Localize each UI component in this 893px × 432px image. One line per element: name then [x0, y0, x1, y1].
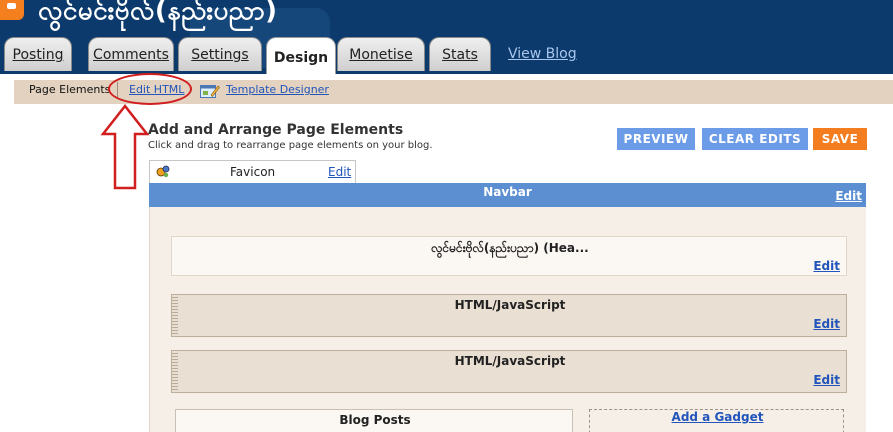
favicon-element: Favicon Edit: [149, 160, 356, 183]
html-gadget-label: HTML/JavaScript: [454, 354, 566, 368]
html-javascript-gadget[interactable]: HTML/JavaScript Edit: [171, 294, 847, 337]
clear-edits-button[interactable]: CLEAR EDITS: [702, 128, 808, 150]
tab-settings[interactable]: Settings: [178, 37, 262, 71]
tab-posting[interactable]: Posting: [4, 37, 72, 71]
subnav-template-designer-link[interactable]: Template Designer: [226, 83, 329, 96]
tab-design[interactable]: Design: [266, 37, 336, 74]
header-gadget-label: လွင်မင်းဗိုလ်(နည်းပညာ) (Hea...: [431, 241, 589, 255]
navbar-label: Navbar: [483, 185, 532, 199]
tab-comments[interactable]: Comments: [88, 37, 174, 71]
annotation-up-arrow-icon: [100, 104, 150, 190]
navbar-edit-link[interactable]: Edit: [835, 189, 862, 203]
header-gadget[interactable]: လွင်မင်းဗိုလ်(နည်းပညာ) (Hea... Edit: [171, 236, 847, 276]
html-gadget-label: HTML/JavaScript: [454, 298, 566, 312]
page-subtitle: Click and drag to rearrange page element…: [148, 140, 433, 151]
html-javascript-gadget[interactable]: HTML/JavaScript Edit: [171, 350, 847, 393]
annotation-circle: [108, 73, 192, 105]
html-gadget-edit-link[interactable]: Edit: [813, 317, 840, 331]
blog-posts-label: Blog Posts: [339, 413, 411, 427]
view-blog-link[interactable]: View Blog: [508, 46, 577, 62]
favicon-edit-link[interactable]: Edit: [328, 165, 351, 179]
add-gadget-link[interactable]: Add a Gadget: [590, 410, 845, 424]
html-gadget-edit-link[interactable]: Edit: [813, 373, 840, 387]
subnav-page-elements[interactable]: Page Elements: [29, 83, 110, 96]
favicon-icon: [156, 165, 170, 178]
blog-title: လွင်မင်းဗိုလ်(နည်းပညာ): [38, 0, 278, 26]
add-gadget-slot[interactable]: Add a Gadget: [589, 409, 844, 432]
header-gadget-edit-link[interactable]: Edit: [813, 259, 840, 273]
header: လွင်မင်းဗိုလ်(နည်းပညာ) Posting Comments …: [0, 0, 893, 74]
template-designer-icon[interactable]: [200, 83, 220, 99]
blog-posts-gadget[interactable]: Blog Posts: [175, 409, 573, 432]
blogger-logo-icon[interactable]: [0, 0, 24, 20]
blogger-design-page: လွင်မင်းဗိုလ်(နည်းပညာ) Posting Comments …: [0, 0, 893, 432]
favicon-label: Favicon: [230, 165, 276, 179]
tab-stats[interactable]: Stats: [429, 37, 491, 71]
save-button[interactable]: SAVE: [813, 128, 867, 150]
navbar-element: Navbar Edit: [149, 183, 866, 207]
preview-button[interactable]: PREVIEW: [617, 128, 695, 150]
tab-monetise[interactable]: Monetise: [337, 37, 425, 71]
page-title: Add and Arrange Page Elements: [148, 122, 404, 138]
